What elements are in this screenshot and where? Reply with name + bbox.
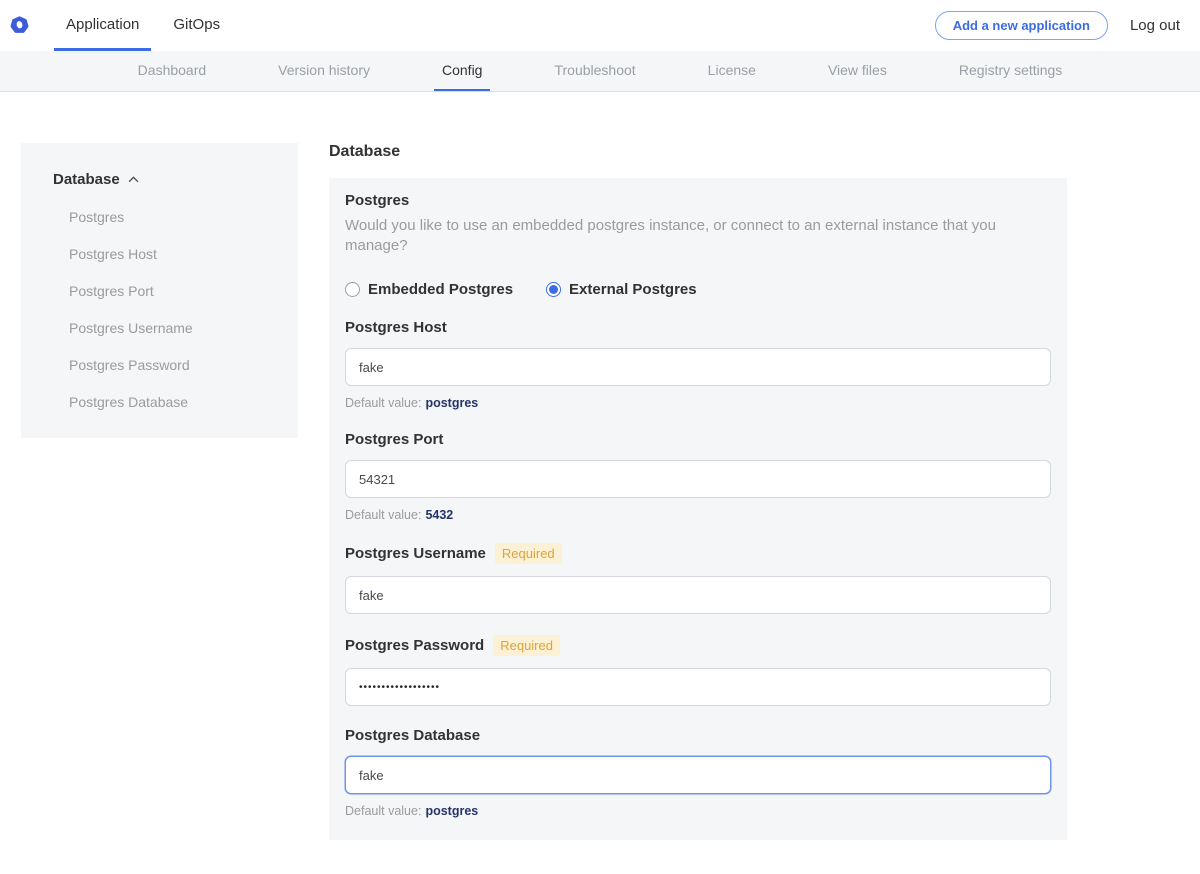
postgres-choice-item: Postgres Would you like to use an embedd… [345,192,1051,298]
sidebar-items: Postgres Postgres Host Postgres Port Pos… [53,209,278,410]
config-group-database: Postgres Would you like to use an embedd… [329,178,1067,840]
chevron-up-icon [128,176,139,183]
subnav-tab-view-files[interactable]: View files [820,51,895,91]
postgres-host-input[interactable] [345,348,1051,386]
default-value-text: postgres [425,804,478,818]
postgres-label: Postgres [345,192,1051,209]
postgres-database-input[interactable] [345,756,1051,794]
default-value-prefix: Default value: [345,396,421,410]
config-sidebar: Database Postgres Postgres Host Postgres… [21,143,298,438]
postgres-password-field: Postgres Password Required [345,635,1051,706]
default-value-line: Default value: 5432 [345,508,1051,522]
default-value-line: Default value: postgres [345,804,1051,818]
postgres-username-input[interactable] [345,576,1051,614]
subnav-tab-dashboard[interactable]: Dashboard [130,51,215,91]
top-tab-gitops[interactable]: GitOps [161,0,232,51]
subnav-tab-registry-settings[interactable]: Registry settings [951,51,1070,91]
default-value-text: postgres [425,396,478,410]
subnav-tab-version-history[interactable]: Version history [270,51,378,91]
postgres-help-text: Would you like to use an embedded postgr… [345,216,1051,255]
radio-checked-icon[interactable] [546,282,561,297]
content-area: Database Postgres Postgres Host Postgres… [0,92,1200,874]
postgres-username-field: Postgres Username Required [345,543,1051,614]
field-label: Postgres Port [345,431,443,448]
top-navbar: Application GitOps Add a new application… [0,0,1200,51]
topbar-right: Add a new application Log out [935,0,1180,51]
field-label: Postgres Username [345,545,486,562]
required-badge: Required [493,635,560,656]
logout-button[interactable]: Log out [1130,17,1180,34]
add-new-application-button[interactable]: Add a new application [935,11,1108,40]
app-subnav: Dashboard Version history Config Trouble… [0,51,1200,92]
required-badge: Required [495,543,562,564]
page-title: Database [329,143,1067,161]
default-value-text: 5432 [425,508,453,522]
default-value-line: Default value: postgres [345,396,1051,410]
postgres-port-field: Postgres Port Default value: 5432 [345,431,1051,522]
sidebar-item-postgres[interactable]: Postgres [53,209,278,225]
sidebar-item-postgres-password[interactable]: Postgres Password [53,357,278,373]
postgres-port-input[interactable] [345,460,1051,498]
postgres-host-field: Postgres Host Default value: postgres [345,319,1051,410]
default-value-prefix: Default value: [345,508,421,522]
radio-embedded-label: Embedded Postgres [368,281,513,298]
top-tab-application[interactable]: Application [54,0,151,51]
field-label: Postgres Host [345,319,447,336]
sidebar-group-database[interactable]: Database [53,171,278,188]
radio-external-postgres[interactable]: External Postgres [546,281,697,298]
subnav-tab-troubleshoot[interactable]: Troubleshoot [546,51,643,91]
radio-embedded-postgres[interactable]: Embedded Postgres [345,281,513,298]
radio-external-label: External Postgres [569,281,697,298]
subnav-tab-license[interactable]: License [700,51,764,91]
postgres-database-field: Postgres Database Default value: postgres [345,727,1051,818]
sidebar-item-postgres-username[interactable]: Postgres Username [53,320,278,336]
config-main: Database Postgres Would you like to use … [329,143,1067,874]
postgres-password-input[interactable] [345,668,1051,706]
radio-unchecked-icon[interactable] [345,282,360,297]
app-logo[interactable] [10,0,29,51]
kots-logo-icon [10,16,29,35]
top-tabs: Application GitOps [49,0,237,51]
topbar-spacer [237,0,935,51]
sidebar-item-postgres-host[interactable]: Postgres Host [53,246,278,262]
subnav-tab-config[interactable]: Config [434,51,490,91]
sidebar-item-postgres-database[interactable]: Postgres Database [53,394,278,410]
default-value-prefix: Default value: [345,804,421,818]
field-label: Postgres Database [345,727,480,744]
field-label: Postgres Password [345,637,484,654]
sidebar-item-postgres-port[interactable]: Postgres Port [53,283,278,299]
postgres-radio-group: Embedded Postgres External Postgres [345,281,1051,298]
sidebar-group-label: Database [53,171,120,188]
